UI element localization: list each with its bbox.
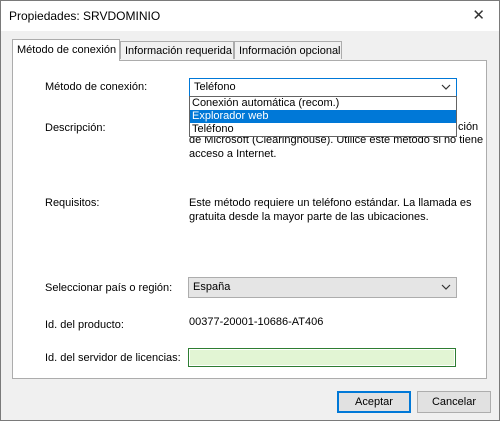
description-line1-tail: ción	[458, 121, 479, 133]
country-value: España	[193, 281, 231, 293]
properties-dialog: Propiedades: SRVDOMINIO ✕ Método de cone…	[0, 0, 500, 421]
connection-method-label: Método de conexión:	[45, 81, 148, 93]
country-label: Seleccionar país o región:	[45, 282, 173, 294]
description-line3: acceso a Internet.	[189, 148, 277, 160]
connection-method-dropdown: Conexión automática (recom.) Explorador …	[189, 96, 457, 137]
description-label: Descripción:	[45, 122, 106, 134]
title-bar: Propiedades: SRVDOMINIO ✕	[1, 1, 499, 31]
chevron-down-icon	[441, 84, 451, 90]
option-web-browser[interactable]: Explorador web	[190, 110, 456, 123]
connection-method-select[interactable]: Teléfono	[189, 78, 457, 97]
option-phone[interactable]: Teléfono	[190, 123, 456, 136]
country-select[interactable]: España	[188, 277, 457, 298]
product-id-value: 00377-20001-10686-AT406	[189, 316, 324, 328]
cancel-button[interactable]: Cancelar	[417, 391, 491, 413]
product-id-label: Id. del producto:	[45, 319, 124, 331]
connection-method-value: Teléfono	[194, 81, 236, 93]
option-automatic[interactable]: Conexión automática (recom.)	[190, 97, 456, 110]
license-server-label: Id. del servidor de licencias:	[45, 352, 181, 364]
license-server-field[interactable]	[188, 348, 456, 367]
requirements-text: Este método requiere un teléfono estánda…	[189, 197, 472, 223]
window-title: Propiedades: SRVDOMINIO	[9, 9, 161, 23]
tab-required-info[interactable]: Información requerida	[120, 41, 234, 59]
ok-button[interactable]: Aceptar	[337, 391, 411, 413]
tab-connection-method[interactable]: Método de conexión	[12, 39, 120, 61]
tab-optional-info[interactable]: Información opcional	[234, 41, 342, 59]
chevron-down-icon	[441, 284, 451, 290]
requirements-label: Requisitos:	[45, 197, 100, 209]
close-icon[interactable]: ✕	[472, 6, 485, 24]
